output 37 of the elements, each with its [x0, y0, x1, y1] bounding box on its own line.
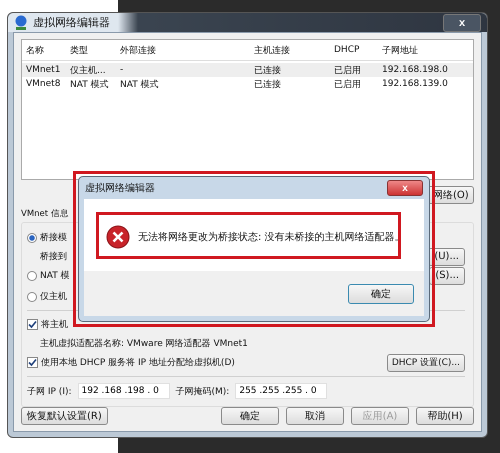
radio-label: NAT 模	[40, 270, 70, 282]
column-header[interactable]: 子网地址	[378, 44, 458, 56]
column-header[interactable]: 主机连接	[250, 44, 330, 56]
dialog-title: 虚拟网络编辑器	[85, 182, 155, 195]
ok-button[interactable]: 确定	[221, 407, 279, 425]
close-button[interactable]: x	[443, 14, 481, 32]
help-button[interactable]: 帮助(H)	[416, 407, 474, 425]
checkbox[interactable]	[27, 319, 38, 330]
checkbox[interactable]	[27, 357, 38, 368]
dhcp-settings-button[interactable]: DHCP 设置(C)...	[386, 354, 465, 372]
field-label: 子网 IP (I):	[27, 386, 72, 398]
subnet-ip-field[interactable]: 192 .168 .198 . 0	[78, 383, 170, 399]
radio-label: 桥接模	[40, 232, 67, 244]
field-label: 子网掩码(M):	[176, 386, 230, 398]
radio-button[interactable]	[27, 270, 37, 280]
error-icon	[106, 225, 130, 249]
error-message: 无法将网络更改为桥接状态: 没有未桥接的主机网络适配器。	[138, 230, 405, 244]
restore-defaults-button[interactable]: 恢复默认设置(R)	[21, 407, 108, 425]
radio-button[interactable]	[27, 292, 37, 302]
column-header[interactable]: DHCP	[330, 45, 378, 55]
network-row[interactable]: VMnet1 仅主机... - 已连接 已启用 192.168.198.0	[22, 63, 473, 77]
bridge-to-label: 桥接到	[40, 250, 67, 263]
adapter-name-text: 主机虚拟适配器名称: VMware 网络适配器 VMnet1	[40, 338, 248, 350]
column-header[interactable]: 名称	[22, 44, 66, 56]
cancel-button[interactable]: 取消	[286, 407, 344, 425]
radio-label: 仅主机	[40, 290, 67, 303]
ok-button[interactable]: 确定	[348, 284, 414, 304]
window-title: 虚拟网络编辑器	[33, 15, 110, 30]
column-header[interactable]: 类型	[66, 44, 116, 56]
radio-button[interactable]	[27, 232, 37, 242]
subnet-mask-field[interactable]: 255 .255 .255 . 0	[235, 383, 328, 399]
checkbox-label: 将主机	[41, 318, 68, 331]
close-button[interactable]: x	[387, 180, 423, 196]
group-label: VMnet 信息	[21, 208, 70, 220]
checkbox-label: 使用本地 DHCP 服务将 IP 地址分配给虚拟机(D)	[41, 356, 235, 369]
network-row[interactable]: VMnet8 NAT 模式 NAT 模式 已连接 已启用 192.168.139.0	[22, 77, 473, 91]
column-header[interactable]: 外部连接	[116, 44, 250, 56]
